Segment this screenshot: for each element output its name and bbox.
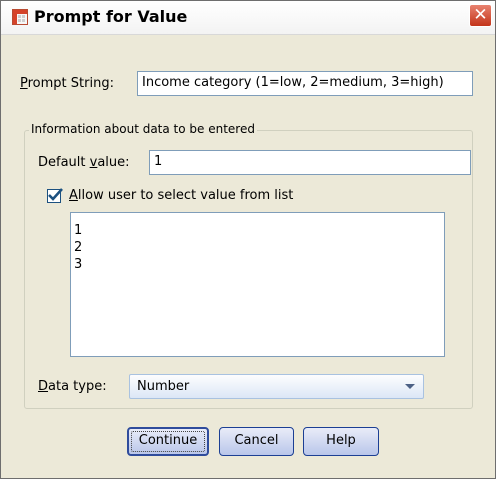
data-type-select[interactable]: Number — [129, 374, 424, 399]
chevron-down-icon — [405, 384, 415, 389]
continue-button[interactable]: Continue — [127, 427, 209, 456]
close-button[interactable]: ✕ — [469, 4, 492, 27]
close-icon: ✕ — [473, 5, 488, 25]
prompt-string-label: Prompt String: — [20, 76, 114, 91]
list-item[interactable]: 1 — [71, 222, 444, 239]
prompt-dialog: Prompt for Value ✕ Prompt String: Income… — [0, 0, 496, 479]
data-type-label: Data type: — [38, 379, 107, 394]
data-type-value: Number — [137, 379, 190, 394]
value-list[interactable]: 1 2 3 — [70, 212, 445, 357]
list-item[interactable]: 3 — [71, 256, 444, 273]
allow-list-checkbox[interactable] — [47, 188, 63, 203]
prompt-string-input[interactable]: Income category (1=low, 2=medium, 3=high… — [137, 71, 473, 96]
checkmark-icon — [48, 188, 63, 201]
help-button[interactable]: Help — [303, 427, 379, 456]
list-item[interactable]: 2 — [71, 239, 444, 256]
group-legend: Information about data to be entered — [29, 122, 257, 136]
spreadsheet-icon — [12, 9, 28, 25]
window-title: Prompt for Value — [34, 7, 188, 26]
default-value-input[interactable]: 1 — [149, 150, 471, 175]
default-value-label: Default value: — [38, 155, 130, 170]
title-bar[interactable]: Prompt for Value ✕ — [1, 1, 495, 35]
allow-list-label[interactable]: Allow user to select value from list — [69, 188, 293, 203]
cancel-button[interactable]: Cancel — [219, 427, 294, 456]
